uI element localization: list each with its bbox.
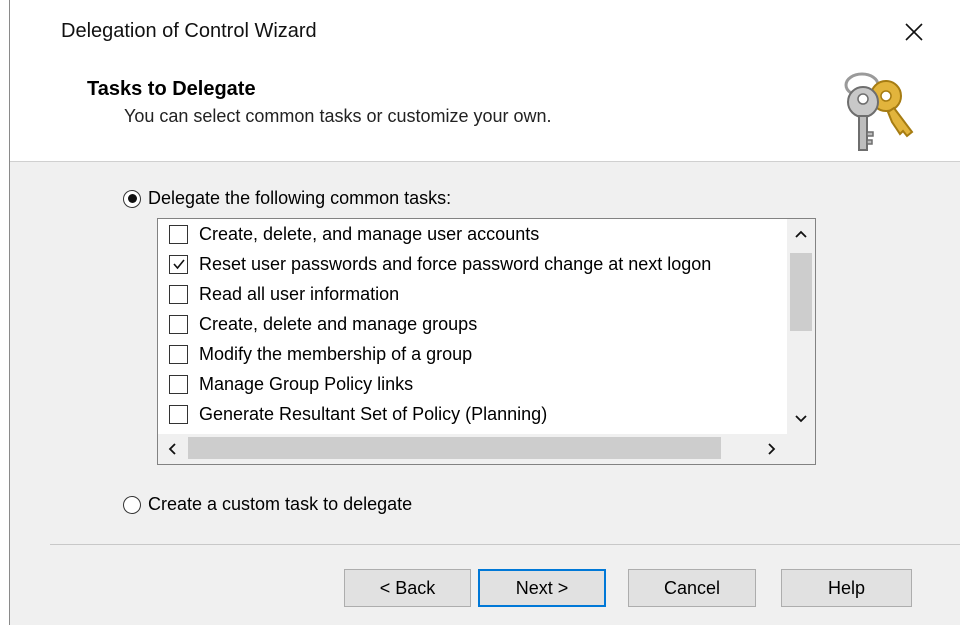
footer-divider xyxy=(50,544,960,545)
vertical-scrollbar[interactable] xyxy=(787,219,815,434)
help-button[interactable]: Help xyxy=(781,569,912,607)
chevron-up-icon xyxy=(795,230,807,238)
chevron-right-icon xyxy=(768,443,776,455)
list-item[interactable]: Create, delete, and manage user accounts xyxy=(158,219,787,249)
list-item[interactable]: Modify the membership of a group xyxy=(158,339,787,369)
close-button[interactable] xyxy=(896,14,932,50)
list-item[interactable]: Create, delete and manage groups xyxy=(158,309,787,339)
task-label: Reset user passwords and force password … xyxy=(199,253,712,274)
scrollbar-corner xyxy=(787,434,815,464)
checkbox-unchecked[interactable] xyxy=(169,374,188,394)
back-button[interactable]: < Back xyxy=(344,569,471,607)
task-label: Create, delete, and manage user accounts xyxy=(199,223,540,244)
chevron-down-icon xyxy=(795,415,807,423)
page-subtitle: You can select common tasks or customize… xyxy=(124,106,552,126)
task-label: Manage Group Policy links xyxy=(199,373,414,394)
checkbox-checked[interactable] xyxy=(169,254,188,274)
horizontal-scrollbar[interactable] xyxy=(158,434,787,464)
scroll-down-button[interactable] xyxy=(787,404,815,434)
cancel-button[interactable]: Cancel xyxy=(628,569,756,607)
scroll-right-button[interactable] xyxy=(758,434,786,464)
checkbox-unchecked[interactable] xyxy=(169,404,188,424)
page-title: Tasks to Delegate xyxy=(87,78,256,100)
scroll-left-button[interactable] xyxy=(158,434,186,464)
radio-label-common-tasks: Delegate the following common tasks: xyxy=(148,188,452,208)
checkmark-icon xyxy=(172,259,185,270)
radio-label-custom-task: Create a custom task to delegate xyxy=(148,494,413,514)
vertical-scroll-thumb[interactable] xyxy=(790,253,812,331)
task-label: Read all user information xyxy=(199,283,400,304)
title-bar: Delegation of Control Wizard xyxy=(10,0,960,64)
task-label: Modify the membership of a group xyxy=(199,343,473,364)
close-icon xyxy=(905,23,923,41)
list-item[interactable]: Reset user passwords and force password … xyxy=(158,249,787,279)
task-list-items: Create, delete, and manage user accounts… xyxy=(158,219,787,434)
task-label: Generate Resultant Set of Policy (Planni… xyxy=(199,403,548,424)
list-item[interactable]: Generate Resultant Set of Policy (Planni… xyxy=(158,399,787,429)
chevron-left-icon xyxy=(168,443,176,455)
horizontal-scroll-thumb[interactable] xyxy=(188,437,721,459)
task-list[interactable]: Create, delete, and manage user accounts… xyxy=(157,218,816,465)
radio-button-unselected[interactable] xyxy=(123,495,141,514)
list-item[interactable]: Manage Group Policy links xyxy=(158,369,787,399)
radio-button-selected[interactable] xyxy=(123,189,141,208)
keys-icon xyxy=(844,72,914,151)
next-button[interactable]: Next > xyxy=(478,569,606,607)
radio-delegate-common-tasks[interactable]: Delegate the following common tasks: xyxy=(123,188,451,209)
window-title: Delegation of Control Wizard xyxy=(61,20,317,42)
wizard-header: Tasks to Delegate You can select common … xyxy=(10,64,960,162)
checkbox-unchecked[interactable] xyxy=(169,284,188,304)
radio-create-custom-task[interactable]: Create a custom task to delegate xyxy=(123,494,412,515)
scroll-up-button[interactable] xyxy=(787,219,815,249)
checkbox-unchecked[interactable] xyxy=(169,224,188,244)
checkbox-unchecked[interactable] xyxy=(169,314,188,334)
wizard-window: Delegation of Control Wizard Tasks to De… xyxy=(9,0,960,625)
checkbox-unchecked[interactable] xyxy=(169,344,188,364)
task-label: Create, delete and manage groups xyxy=(199,313,478,334)
list-item[interactable]: Read all user information xyxy=(158,279,787,309)
